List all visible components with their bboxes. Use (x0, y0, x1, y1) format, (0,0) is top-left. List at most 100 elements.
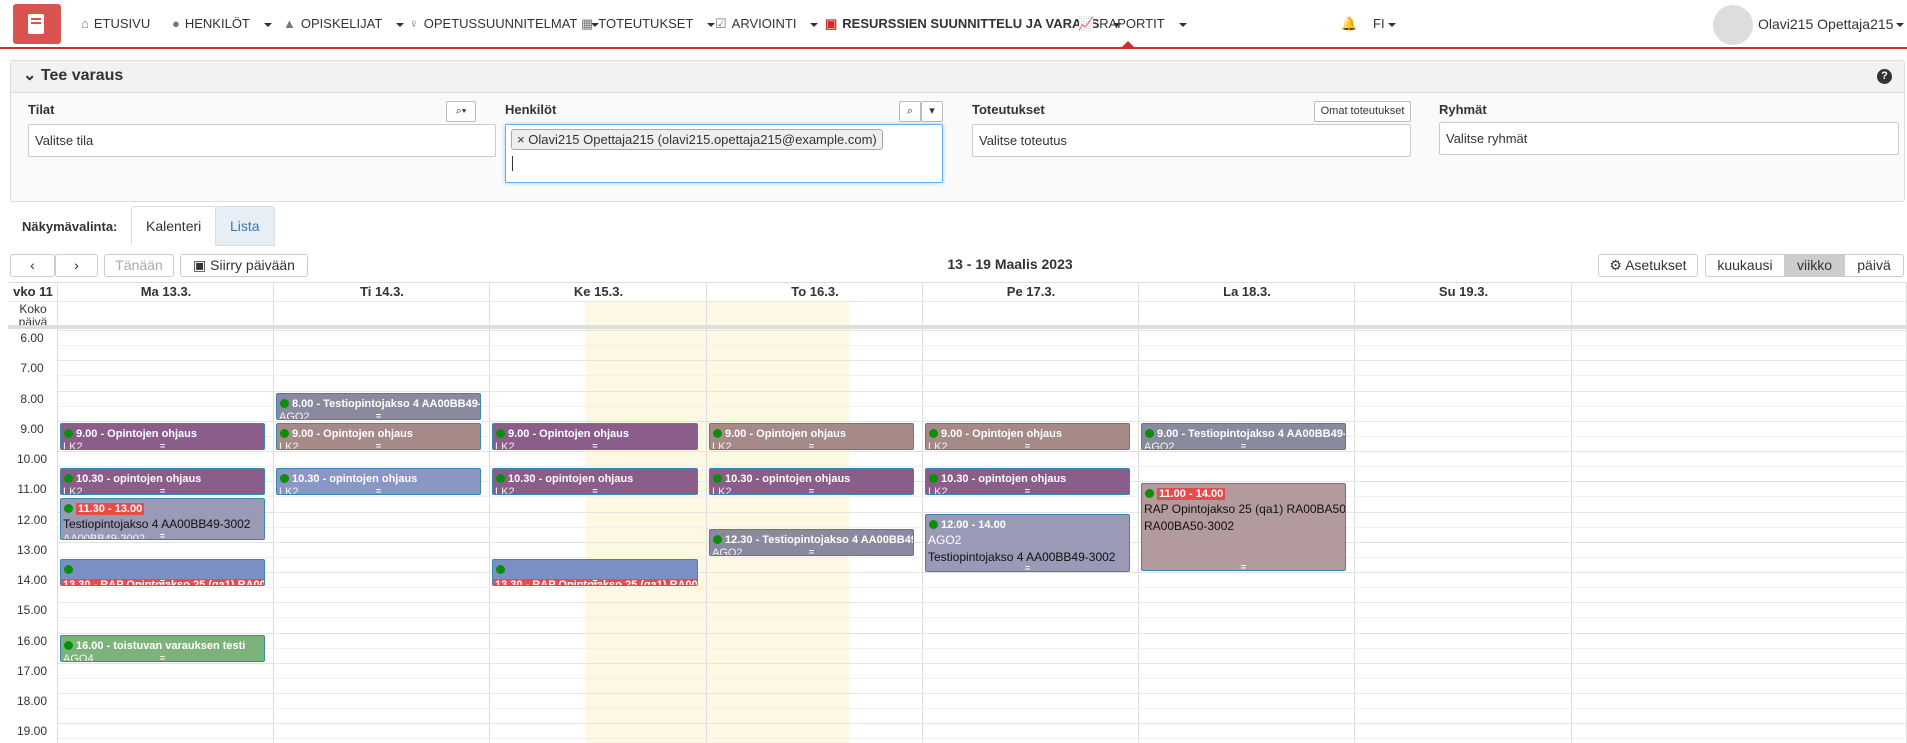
calendar-event[interactable]: 12.00 - 14.00 AGO2 Testiopintojakso 4 AA00… (925, 514, 1130, 572)
resize-handle[interactable]: = (926, 487, 1129, 495)
calendar-event[interactable]: 11.00 - 14.00 RAP Opintojakso 25 (qa1) RA… (1141, 483, 1346, 571)
calendar-event[interactable]: 12.30 - Testiopintojakso 4 AA00BB49-3002… (709, 529, 914, 556)
resize-handle[interactable]: = (61, 532, 264, 540)
nav-arviointi[interactable]: ☑ ARVIOINTI (715, 0, 819, 49)
view-day-button[interactable]: päivä (1844, 254, 1904, 277)
half-hour-line (58, 587, 1907, 588)
calendar-event[interactable]: 9.00 - Opintojen ohjaus LK2 = (925, 423, 1130, 450)
chevron-down-icon (1387, 22, 1396, 27)
user-icon: ● (172, 16, 180, 31)
resize-handle[interactable]: = (926, 442, 1129, 450)
calendar-event[interactable]: 10.30 - opintojen ohjaus LK2 = (492, 468, 698, 495)
settings-button[interactable]: ⚙ Asetukset (1598, 254, 1698, 277)
status-dot-icon (64, 641, 73, 650)
calendar-event[interactable]: 11.30 - 13.00 Testiopintojakso 4 AA00BB49… (60, 498, 265, 540)
help-icon[interactable]: ? (1877, 69, 1892, 84)
book-icon (28, 14, 44, 34)
hour-label: 18.00 (16, 694, 48, 708)
language-selector[interactable]: FI (1373, 0, 1396, 49)
ryhmat-input[interactable]: Valitse ryhmät (1439, 122, 1899, 155)
calendar-icon: ▣ (193, 257, 211, 273)
half-hour-line (58, 496, 1907, 497)
henkilot-search-button[interactable]: ⌕ (899, 101, 921, 122)
active-nav-indicator (1120, 41, 1136, 49)
hour-line (58, 633, 1907, 634)
calendar-event[interactable]: 9.00 - Testiopintojakso 4 AA00BB49-3002A… (1141, 423, 1346, 450)
henkilot-label: Henkilöt (505, 102, 557, 117)
resize-handle[interactable]: = (277, 442, 480, 450)
goto-date-button[interactable]: ▣ Siirry päivään (180, 254, 308, 277)
own-implementations-button[interactable]: Omat toteutukset (1314, 101, 1411, 122)
calendar-event[interactable]: 10.30 - opintojen ohjaus LK2 = (276, 468, 481, 495)
nav-resurssit[interactable]: ▣ RESURSSIEN SUUNNITTELU JA VARAUS (825, 0, 1122, 49)
hour-line (58, 391, 1907, 392)
resize-handle[interactable]: = (926, 564, 1129, 572)
nav-etusivu[interactable]: ⌂ ETUSIVU (81, 0, 150, 49)
resize-handle[interactable]: = (710, 548, 913, 556)
calendar-event[interactable]: 9.00 - Opintojen ohjaus LK2 = (276, 423, 481, 450)
resize-handle[interactable]: = (277, 412, 480, 420)
column-divider (1138, 283, 1139, 743)
calendar-event[interactable]: 9.00 - Opintojen ohjaus LK2 = (492, 423, 698, 450)
chevron-left-icon: ‹ (30, 257, 35, 273)
calendar-event[interactable]: 10.30 - opintojen ohjaus LK2 = (709, 468, 914, 495)
tilat-search-button[interactable]: ⌕▾ (446, 101, 476, 122)
resize-handle[interactable]: = (61, 487, 264, 495)
today-button[interactable]: Tänään (104, 254, 174, 277)
calendar-event[interactable]: 9.00 - Opintojen ohjaus LK2 = (60, 423, 265, 450)
calendar-event[interactable]: 10.30 - opintojen ohjaus LK2 = (60, 468, 265, 495)
nav-opiskelijat[interactable]: ▲ OPISKELIJAT (283, 0, 405, 49)
header-divider (8, 301, 1907, 302)
toteutukset-input[interactable]: Valitse toteutus (972, 124, 1411, 157)
calendar-event[interactable]: 16.00 - toistuvan varauksen testi AGO4 = (60, 635, 265, 662)
hour-line (58, 602, 1907, 603)
calendar-event[interactable]: 8.00 - Testiopintojakso 4 AA00BB49-3002A… (276, 393, 481, 420)
nav-opetussuunnitelmat[interactable]: ♀ OPETUSSUUNNITELMAT (409, 0, 600, 49)
remove-tag-icon[interactable]: × (517, 132, 528, 147)
resize-handle[interactable]: = (493, 578, 697, 586)
chart-line-icon: 📈 (1078, 16, 1095, 31)
day-header: Ke 15.3. (573, 284, 624, 299)
graduation-cap-icon: ▲ (283, 16, 296, 31)
hour-label: 17.00 (16, 664, 48, 678)
calendar-event[interactable]: 10.30 - opintojen ohjaus LK2 = (925, 468, 1130, 495)
view-week-button[interactable]: viikko (1784, 254, 1845, 277)
resize-handle[interactable]: = (61, 578, 264, 586)
hour-label: 6.00 (20, 331, 44, 345)
status-dot-icon (64, 565, 73, 574)
calendar-event[interactable]: 13.30 - RAP Opintojakso 25 (qa1) RA00BA5… (60, 559, 265, 586)
henkilot-dropdown-button[interactable]: ▾ (921, 101, 943, 122)
app-logo[interactable] (13, 4, 61, 44)
resize-handle[interactable]: = (61, 442, 264, 450)
resize-handle[interactable]: = (1142, 442, 1345, 450)
avatar[interactable] (1713, 5, 1753, 45)
status-dot-icon (496, 565, 505, 574)
panel-header[interactable]: ⌄ Tee varaus (11, 61, 1904, 93)
half-hour-line (58, 648, 1907, 649)
tilat-input[interactable]: Valitse tila (28, 124, 496, 157)
resize-handle[interactable]: = (61, 654, 264, 662)
calendar-event[interactable]: 9.00 - Opintojen ohjaus LK2 = (709, 423, 914, 450)
resize-handle[interactable]: = (710, 487, 913, 495)
tab-kalenteri[interactable]: Kalenteri (131, 206, 217, 246)
resize-handle[interactable]: = (710, 442, 913, 450)
resize-handle[interactable]: = (1142, 563, 1345, 571)
status-dot-icon (713, 474, 722, 483)
view-month-button[interactable]: kuukausi (1705, 254, 1785, 277)
user-menu[interactable]: Olavi215 Opettaja215 (1758, 0, 1905, 49)
prev-week-button[interactable]: ‹ (10, 254, 55, 277)
day-header: Su 19.3. (1438, 284, 1489, 299)
notifications-button[interactable]: 🔔 (1341, 0, 1362, 49)
chevron-down-icon (810, 22, 819, 27)
resize-handle[interactable]: = (493, 442, 697, 450)
next-week-button[interactable]: › (55, 254, 98, 277)
tab-lista[interactable]: Lista (215, 206, 275, 246)
resize-handle[interactable]: = (493, 487, 697, 495)
nav-henkilot[interactable]: ● HENKILÖT (172, 0, 272, 49)
henkilot-input[interactable]: × Olavi215 Opettaja215 (olavi215.opettaj… (505, 124, 943, 183)
chevron-right-icon: › (74, 257, 79, 273)
nav-toteutukset[interactable]: ▦ TOTEUTUKSET (581, 0, 716, 49)
calendar-event[interactable]: 13.30 - RAP Opintojakso 25 (qa1) RA00BA5… (492, 559, 698, 586)
hour-label: 15.00 (16, 603, 48, 617)
resize-handle[interactable]: = (277, 487, 480, 495)
